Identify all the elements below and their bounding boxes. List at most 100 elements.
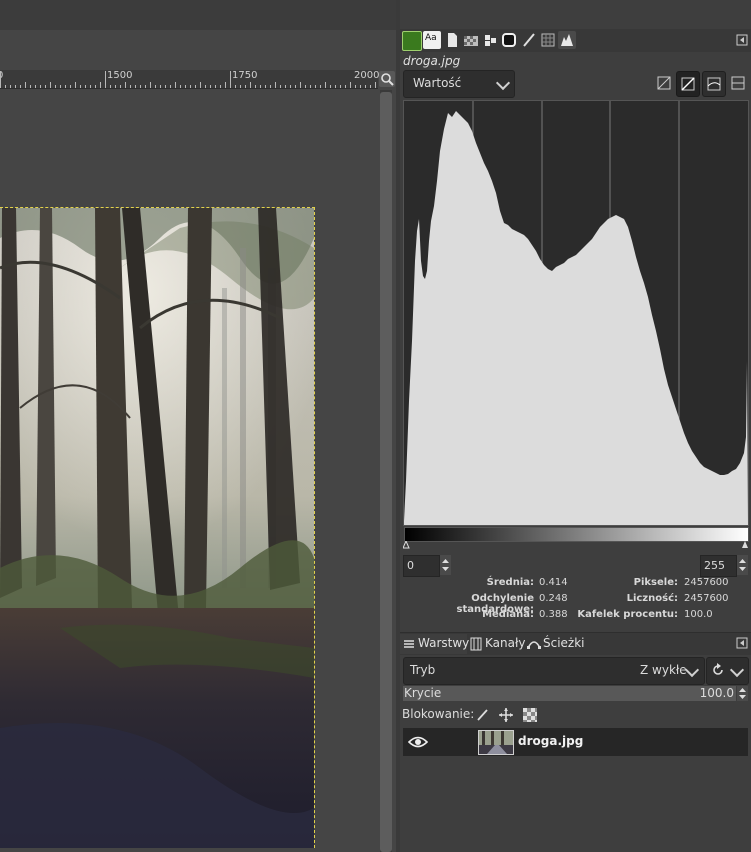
ruler-tick xyxy=(160,85,161,88)
blend-mode-value: Z wykłe xyxy=(640,663,687,677)
histogram-graph xyxy=(404,101,748,525)
composite-mode-select[interactable] xyxy=(706,657,749,685)
layer-name[interactable]: droga.jpg xyxy=(518,734,583,748)
pattern-icon[interactable] xyxy=(462,31,480,49)
ruler-tick xyxy=(205,85,206,88)
stat-percentile-label: Kafelek procentu: xyxy=(577,609,678,620)
ruler-tick xyxy=(300,82,301,88)
zoom-icon[interactable] xyxy=(379,71,395,87)
ruler-tick xyxy=(70,85,71,88)
histogram-view[interactable] xyxy=(403,100,749,526)
gradient-icon[interactable] xyxy=(500,31,518,49)
layer-thumbnail[interactable] xyxy=(478,730,514,755)
ruler-tick xyxy=(215,85,216,88)
lock-pixels-icon[interactable] xyxy=(476,708,490,722)
document-icon[interactable] xyxy=(443,31,461,49)
layers-icon xyxy=(404,640,414,648)
ruler-tick xyxy=(285,85,286,88)
ruler-tick xyxy=(240,85,241,88)
horizontal-ruler[interactable]: 0 1500 1750 2000 xyxy=(0,70,380,89)
ruler-tick xyxy=(25,82,26,88)
ruler-tick xyxy=(265,85,266,88)
ruler-label-1750: 1750 xyxy=(232,70,258,81)
blend-mode-select[interactable]: Tryb Z wykłe xyxy=(403,657,705,685)
ruler-tick xyxy=(55,85,56,88)
ruler-label-1500: 1500 xyxy=(107,70,133,81)
stat-stddev-value: 0.248 xyxy=(539,593,568,604)
reset-channel-icon[interactable] xyxy=(653,71,675,95)
linear-histogram-button[interactable] xyxy=(676,71,700,97)
blend-mode-label: Tryb xyxy=(410,663,436,677)
ruler-tick xyxy=(325,82,326,88)
forest-photo[interactable] xyxy=(0,207,315,848)
value-gradient-bar xyxy=(404,527,749,542)
layer-row[interactable]: droga.jpg xyxy=(403,728,748,756)
range-low-stepper[interactable] xyxy=(440,555,451,575)
ruler-tick xyxy=(90,85,91,88)
range-markers xyxy=(403,541,748,549)
stat-count-value: 2457600 xyxy=(684,593,729,604)
ruler-tick xyxy=(120,85,121,88)
tab-paths-label: Ścieżki xyxy=(543,636,585,650)
ruler-tick xyxy=(0,71,1,88)
opacity-slider[interactable]: Krycie 100.0 xyxy=(403,686,736,701)
stat-pixels-label: Piksele: xyxy=(633,577,678,588)
lock-position-icon[interactable] xyxy=(499,708,513,722)
histogram-scale-icon[interactable] xyxy=(727,71,749,95)
ruler-tick xyxy=(155,85,156,88)
palette-icon[interactable] xyxy=(481,31,499,49)
ruler-tick xyxy=(245,85,246,88)
panel-resize-grip[interactable] xyxy=(565,626,585,636)
range-high-marker[interactable] xyxy=(742,541,748,548)
ruler-tick xyxy=(105,71,106,88)
ruler-tick xyxy=(180,85,181,88)
ruler-tick xyxy=(290,85,291,88)
range-high-stepper[interactable] xyxy=(737,555,748,575)
fonts-icon[interactable]: Aa xyxy=(423,31,441,49)
brushes-icon[interactable] xyxy=(402,31,422,51)
pencil-icon[interactable] xyxy=(520,31,538,49)
ruler-tick xyxy=(150,82,151,88)
range-low-marker[interactable] xyxy=(403,541,410,549)
ruler-tick xyxy=(10,85,11,88)
ruler-tick xyxy=(250,82,251,88)
lock-alpha-icon[interactable] xyxy=(523,708,537,722)
paths-icon xyxy=(527,641,541,649)
grid-icon[interactable] xyxy=(539,31,557,49)
ruler-tick xyxy=(165,85,166,88)
opacity-label: Krycie xyxy=(404,686,442,700)
vertical-scrollbar-thumb[interactable] xyxy=(380,92,392,852)
reset-icon xyxy=(713,663,723,675)
opacity-value: 100.0 xyxy=(699,686,734,700)
channel-select[interactable]: Wartość xyxy=(403,70,515,98)
dock-menu-icon[interactable] xyxy=(734,31,751,49)
opacity-stepper[interactable] xyxy=(737,686,748,701)
chain-link-toggle[interactable] xyxy=(443,733,461,751)
tab-channels[interactable]: Kanały xyxy=(467,634,525,654)
ruler-tick xyxy=(320,85,321,88)
ruler-tick xyxy=(135,85,136,88)
log-histogram-button[interactable] xyxy=(702,71,726,97)
ruler-tick xyxy=(65,85,66,88)
ruler-label-2000: 2000 xyxy=(354,70,380,81)
layers-menu-icon[interactable] xyxy=(734,634,751,652)
stat-count-label: Liczność: xyxy=(626,593,678,604)
ruler-tick xyxy=(5,85,6,88)
layer-list[interactable] xyxy=(400,757,751,852)
histogram-fill xyxy=(404,111,748,525)
range-low-input[interactable]: 0 xyxy=(403,555,440,577)
tab-layers[interactable]: Warstwy xyxy=(400,634,469,654)
ruler-tick xyxy=(345,85,346,88)
ruler-tick xyxy=(375,82,376,88)
visibility-eye-icon[interactable] xyxy=(408,735,428,749)
ruler-tick xyxy=(305,85,306,88)
stat-median-label: Mediana: xyxy=(482,609,534,620)
ruler-tick xyxy=(355,85,356,88)
ruler-tick xyxy=(235,85,236,88)
histogram-icon[interactable] xyxy=(558,31,576,49)
ruler-tick xyxy=(80,85,81,88)
ruler-tick xyxy=(195,85,196,88)
tab-paths[interactable]: Ścieżki xyxy=(525,634,585,654)
range-high-input[interactable]: 255 xyxy=(700,555,737,577)
ruler-tick xyxy=(295,85,296,88)
